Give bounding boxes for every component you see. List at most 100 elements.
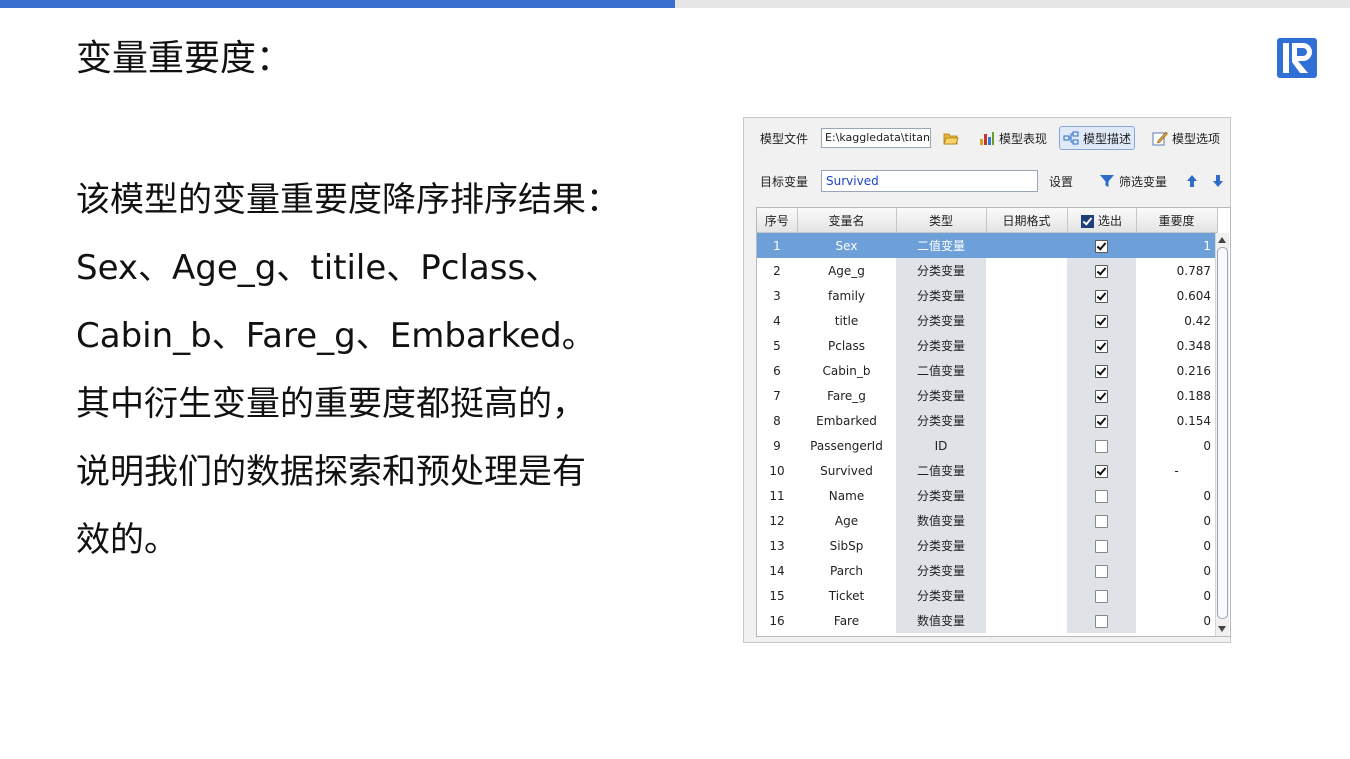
cell-type[interactable]: 分类变量: [896, 283, 986, 308]
cell-type[interactable]: 分类变量: [896, 308, 986, 333]
row-select-checkbox[interactable]: [1095, 514, 1108, 528]
table-row[interactable]: 15 Ticket 分类变量 0: [757, 583, 1217, 608]
cell-date-format[interactable]: [986, 508, 1067, 533]
table-row[interactable]: 3 family 分类变量 0.604: [757, 283, 1217, 308]
open-folder-button[interactable]: [940, 126, 962, 150]
arrow-up-icon: [1187, 175, 1197, 187]
cell-selected: [1067, 483, 1136, 508]
filter-variables-button[interactable]: 筛选变量: [1096, 169, 1170, 193]
row-select-checkbox[interactable]: [1095, 489, 1108, 503]
row-select-checkbox[interactable]: [1095, 439, 1108, 453]
column-header-importance[interactable]: 重要度: [1136, 208, 1218, 233]
table-row[interactable]: 13 SibSp 分类变量 0: [757, 533, 1217, 558]
row-select-checkbox[interactable]: [1095, 264, 1108, 278]
cell-type[interactable]: 分类变量: [896, 533, 986, 558]
scroll-up-icon[interactable]: [1218, 237, 1226, 243]
cell-no: 3: [773, 288, 781, 303]
cell-name: title: [834, 313, 859, 328]
cell-date-format[interactable]: [986, 333, 1067, 358]
row-select-checkbox[interactable]: [1095, 239, 1108, 253]
table-row[interactable]: 4 title 分类变量 0.42: [757, 308, 1217, 333]
model-options-button[interactable]: 模型选项: [1149, 126, 1223, 150]
table-row[interactable]: 11 Name 分类变量 0: [757, 483, 1217, 508]
move-down-button[interactable]: [1207, 169, 1229, 193]
table-row[interactable]: 1 Sex 二值变量 1: [757, 232, 1217, 258]
cell-date-format[interactable]: [986, 283, 1067, 308]
cell-importance: 0.787: [1176, 263, 1211, 278]
cell-importance: 0.42: [1184, 313, 1211, 328]
table-row[interactable]: 7 Fare_g 分类变量 0.188: [757, 383, 1217, 408]
scroll-down-icon[interactable]: [1218, 626, 1226, 632]
cell-date-format[interactable]: [986, 232, 1067, 258]
cell-name: Pclass: [827, 338, 866, 353]
cell-type[interactable]: 二值变量: [896, 232, 986, 258]
cell-type[interactable]: 分类变量: [896, 483, 986, 508]
cell-type[interactable]: 数值变量: [896, 608, 986, 633]
settings-button[interactable]: 设置: [1046, 169, 1076, 193]
table-row[interactable]: 2 Age_g 分类变量 0.787: [757, 258, 1217, 283]
row-select-checkbox[interactable]: [1095, 614, 1108, 628]
cell-type[interactable]: 分类变量: [896, 258, 986, 283]
cell-type[interactable]: 二值变量: [896, 358, 986, 383]
scroll-thumb[interactable]: [1217, 247, 1228, 619]
model-options-label: 模型选项: [1172, 131, 1221, 146]
table-row[interactable]: 5 Pclass 分类变量 0.348: [757, 333, 1217, 358]
column-header-no[interactable]: 序号: [757, 208, 798, 233]
row-select-checkbox[interactable]: [1095, 539, 1108, 553]
column-header-name[interactable]: 变量名: [797, 208, 897, 233]
cell-date-format[interactable]: [986, 608, 1067, 633]
row-select-checkbox[interactable]: [1095, 589, 1108, 603]
cell-date-format[interactable]: [986, 533, 1067, 558]
cell-selected: [1067, 308, 1136, 333]
cell-type[interactable]: 二值变量: [896, 458, 986, 483]
cell-date-format[interactable]: [986, 583, 1067, 608]
table-row[interactable]: 12 Age 数值变量 0: [757, 508, 1217, 533]
target-variable-input[interactable]: Survived: [821, 170, 1038, 192]
cell-date-format[interactable]: [986, 433, 1067, 458]
cell-type[interactable]: 分类变量: [896, 408, 986, 433]
vertical-scrollbar[interactable]: [1215, 233, 1229, 636]
cell-date-format[interactable]: [986, 483, 1067, 508]
cell-type[interactable]: 分类变量: [896, 383, 986, 408]
model-description-button[interactable]: 模型描述: [1059, 126, 1136, 150]
table-row[interactable]: 10 Survived 二值变量 -: [757, 458, 1217, 483]
column-header-selected[interactable]: 选出: [1067, 208, 1137, 233]
row-select-checkbox[interactable]: [1095, 364, 1108, 378]
cell-date-format[interactable]: [986, 358, 1067, 383]
row-select-checkbox[interactable]: [1095, 339, 1108, 353]
table-row[interactable]: 6 Cabin_b 二值变量 0.216: [757, 358, 1217, 383]
move-up-button[interactable]: [1181, 169, 1203, 193]
cell-date-format[interactable]: [986, 308, 1067, 333]
cell-no: 2: [773, 263, 781, 278]
cell-date-format[interactable]: [986, 383, 1067, 408]
brand-logo-icon: [1277, 38, 1317, 78]
filter-icon: [1100, 175, 1114, 187]
column-header-type[interactable]: 类型: [896, 208, 987, 233]
cell-selected: [1067, 258, 1136, 283]
row-select-checkbox[interactable]: [1095, 289, 1108, 303]
model-file-input[interactable]: E:\kaggledata\titani: [821, 128, 931, 148]
table-row[interactable]: 16 Fare 数值变量 0: [757, 608, 1217, 633]
cell-type[interactable]: ID: [896, 433, 986, 458]
cell-type[interactable]: 数值变量: [896, 508, 986, 533]
bar-chart-icon: [980, 132, 994, 145]
model-performance-button[interactable]: 模型表现: [976, 126, 1050, 150]
cell-date-format[interactable]: [986, 558, 1067, 583]
row-select-checkbox[interactable]: [1095, 464, 1108, 478]
cell-no: 12: [769, 513, 785, 528]
cell-type[interactable]: 分类变量: [896, 333, 986, 358]
table-row[interactable]: 9 PassengerId ID 0: [757, 433, 1217, 458]
table-row[interactable]: 14 Parch 分类变量 0: [757, 558, 1217, 583]
cell-date-format[interactable]: [986, 258, 1067, 283]
cell-type[interactable]: 分类变量: [896, 583, 986, 608]
column-header-date-format[interactable]: 日期格式: [986, 208, 1068, 233]
cell-date-format[interactable]: [986, 458, 1067, 483]
table-row[interactable]: 8 Embarked 分类变量 0.154: [757, 408, 1217, 433]
row-select-checkbox[interactable]: [1095, 389, 1108, 403]
cell-type[interactable]: 分类变量: [896, 558, 986, 583]
select-all-checkbox[interactable]: [1080, 214, 1094, 228]
cell-date-format[interactable]: [986, 408, 1067, 433]
row-select-checkbox[interactable]: [1095, 564, 1108, 578]
row-select-checkbox[interactable]: [1095, 414, 1108, 428]
row-select-checkbox[interactable]: [1095, 314, 1108, 328]
